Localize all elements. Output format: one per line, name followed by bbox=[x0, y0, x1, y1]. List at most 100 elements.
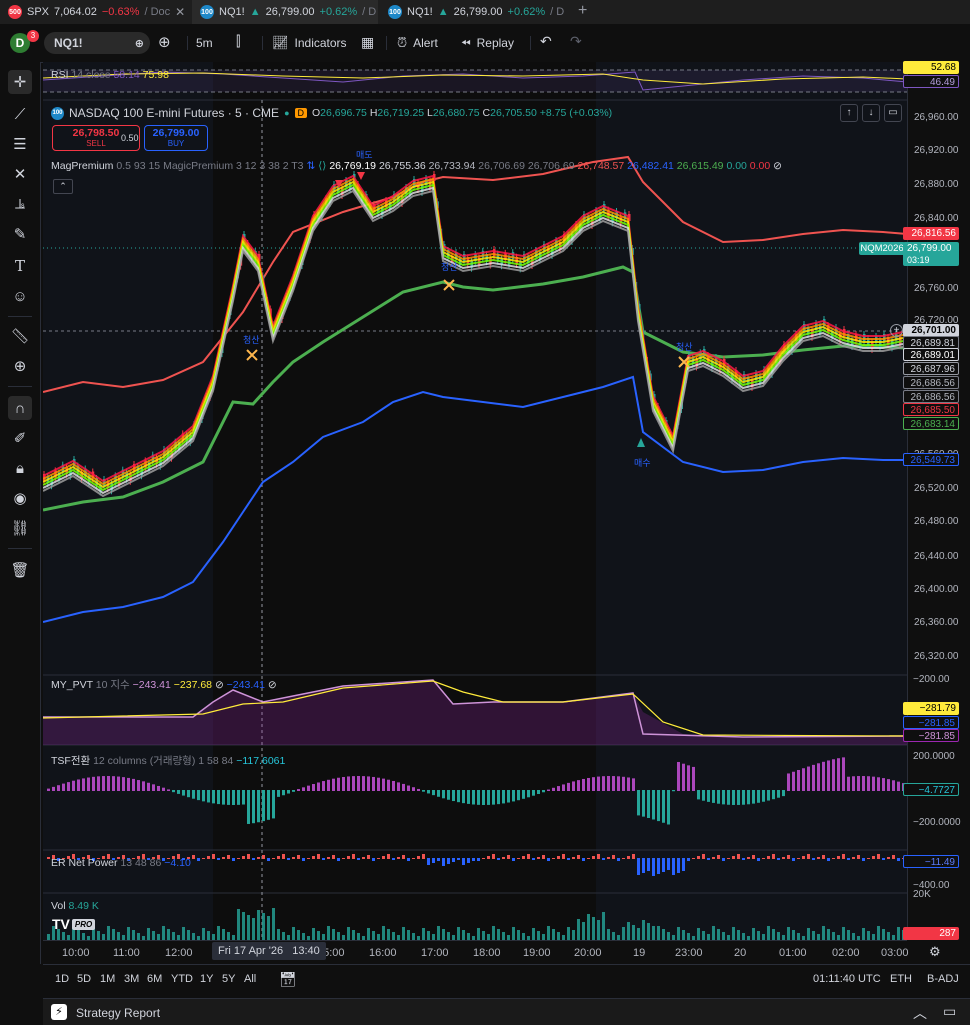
tsf-bar bbox=[602, 776, 605, 791]
compare-icon[interactable]: ⊕ bbox=[135, 37, 144, 50]
er-bar bbox=[557, 856, 560, 859]
crosshair-icon[interactable]: ✛ bbox=[8, 70, 32, 94]
tsf-bar bbox=[747, 790, 750, 805]
adjustment-button[interactable]: B-ADJ bbox=[927, 973, 959, 985]
price-axis-tick: 26,520.00 bbox=[914, 483, 959, 494]
fib-lines-icon[interactable]: ☰ bbox=[8, 132, 32, 156]
er-bar bbox=[847, 858, 850, 860]
utc-clock[interactable]: 01:11:40 UTC bbox=[813, 973, 881, 985]
collapse-legend-chevron-up-icon[interactable]: ⌃ bbox=[53, 179, 73, 194]
ohlc-close: 26,705.50 bbox=[490, 107, 537, 119]
tsf-bar bbox=[442, 790, 445, 799]
buy-button[interactable]: 26,799.00 BUY bbox=[144, 125, 208, 151]
add-symbol-plus-icon[interactable]: ⊕ bbox=[158, 33, 171, 51]
browser-tab-nq-active[interactable]: 100 NQ1! ▲ 26,799.00 +0.62% / D ✕ bbox=[192, 0, 378, 24]
brush-icon[interactable]: ✎ bbox=[8, 222, 32, 246]
trend-line-icon[interactable]: ⟋ bbox=[8, 102, 32, 126]
eye-icon[interactable]: ◉ bbox=[8, 486, 32, 510]
pattern-icon[interactable]: ✕ bbox=[8, 162, 32, 186]
hidden-eye-icon[interactable]: ⊘ bbox=[215, 679, 224, 691]
link-icon[interactable]: ⛓︎ bbox=[8, 516, 32, 540]
strategy-report-panel[interactable]: ⚡︎ Strategy Report ︿ ▭ bbox=[43, 998, 970, 1025]
candlestick-icon[interactable]: ⫿ bbox=[236, 33, 240, 50]
volume-bar bbox=[127, 927, 130, 940]
calendar-goto-icon[interactable]: 📅︎ bbox=[279, 971, 297, 988]
tsf-bar bbox=[717, 790, 720, 804]
arrow-up-icon[interactable]: ↑ bbox=[840, 104, 858, 122]
ruler-icon[interactable]: 📏︎ bbox=[8, 324, 32, 348]
rsi-legend[interactable]: RSI 14 close 58.14 75.98 bbox=[51, 69, 169, 81]
volume-legend[interactable]: Vol 8.49 K bbox=[51, 900, 99, 912]
undo-icon[interactable]: ↶ bbox=[540, 33, 552, 50]
tab-symbol: NQ1! bbox=[407, 6, 433, 18]
close-icon[interactable]: ✕ bbox=[175, 5, 185, 19]
source-code-icon[interactable]: ⟨⟩ bbox=[318, 160, 326, 172]
draw-mode-icon[interactable]: ✐ bbox=[8, 426, 32, 450]
user-avatar[interactable]: D bbox=[10, 24, 30, 62]
browser-tab-nq[interactable]: 100 NQ1! ▲ 26,799.00 +0.62% / D ✕ bbox=[380, 0, 570, 24]
tab-price: 26,799.00 bbox=[453, 6, 503, 18]
browser-tab-spx[interactable]: 500 SPX 7,064.02 −0.63% / Doc ✕ bbox=[0, 0, 190, 24]
close-icon[interactable]: ✕ bbox=[569, 5, 570, 19]
mag-value: 26,748.57 bbox=[577, 160, 625, 172]
hidden-eye-icon[interactable]: ⊘ bbox=[268, 679, 277, 691]
settings-chip-icon[interactable]: ⇅ bbox=[306, 160, 315, 172]
volume-bar bbox=[512, 927, 515, 940]
magnet-icon[interactable]: ∩ bbox=[8, 396, 32, 420]
alert-button[interactable]: ⏰︎ Alert bbox=[397, 24, 438, 62]
zoom-in-icon[interactable]: ⊕ bbox=[8, 354, 32, 378]
er-bar bbox=[807, 854, 810, 859]
trash-icon[interactable]: 🗑︎ bbox=[8, 558, 32, 582]
price-axis[interactable]: 26,960.00 26,920.00 26,880.00 26,840.00 26,7… bbox=[907, 62, 970, 940]
new-tab-plus-icon[interactable]: + bbox=[578, 2, 587, 20]
prediction-icon[interactable]: ⫡ bbox=[8, 192, 32, 216]
er-legend[interactable]: ER Net Power 13 48 86 −4.10 bbox=[51, 857, 191, 869]
redo-icon[interactable]: ↷ bbox=[570, 33, 582, 50]
lock-icon[interactable]: 🔒︎ bbox=[8, 456, 32, 480]
pvt-legend[interactable]: MY_PVT 10 지수 −243.41 −237.68 ⊘ −243.41 ⊘ bbox=[51, 677, 277, 692]
tsf-bar bbox=[527, 790, 530, 798]
range-button-3m[interactable]: 3M bbox=[124, 973, 139, 985]
range-button-1y[interactable]: 1Y bbox=[200, 973, 213, 985]
arrow-down-icon[interactable]: ↓ bbox=[862, 104, 880, 122]
text-tool-icon[interactable]: T bbox=[8, 254, 32, 278]
range-button-5y[interactable]: 5Y bbox=[222, 973, 235, 985]
chart-canvas[interactable] bbox=[43, 62, 907, 940]
magpremium-legend[interactable]: MagPremium 0.5 93 15 MagicPremium 3 12 3… bbox=[51, 160, 782, 172]
range-button-5d[interactable]: 5D bbox=[77, 973, 91, 985]
volume-bar bbox=[877, 926, 880, 940]
layouts-grid-icon[interactable]: ▦ bbox=[361, 34, 374, 51]
er-bar bbox=[717, 855, 720, 859]
symbol-search-input[interactable]: NQ1! ⊕ bbox=[44, 32, 150, 54]
tv-logo-icon: TV bbox=[52, 916, 70, 932]
range-button-all[interactable]: All bbox=[244, 973, 256, 985]
maximize-pane-icon[interactable]: ▭ bbox=[884, 104, 902, 122]
time-axis-tick: 01:00 bbox=[779, 947, 807, 959]
range-button-ytd[interactable]: YTD bbox=[171, 973, 193, 985]
chevron-up-icon[interactable]: ︿ bbox=[913, 1003, 927, 1023]
main-series-legend[interactable]: 100 NASDAQ 100 E-mini Futures · 5 · CME … bbox=[51, 106, 612, 120]
price-axis-tick: 26,960.00 bbox=[914, 112, 959, 123]
session-button[interactable]: ETH bbox=[890, 973, 912, 985]
settings-gear-icon[interactable]: ⚙︎ bbox=[929, 944, 941, 960]
emoji-icon[interactable]: ☺ bbox=[8, 284, 32, 308]
er-bar bbox=[577, 855, 580, 859]
tsf-bar bbox=[812, 764, 815, 791]
indicators-button[interactable]: 📈︎ Indicators bbox=[272, 24, 347, 62]
range-button-1d[interactable]: 1D bbox=[55, 973, 69, 985]
hidden-eye-icon[interactable]: ⊘ bbox=[773, 160, 782, 172]
range-button-6m[interactable]: 6M bbox=[147, 973, 162, 985]
tsf-legend[interactable]: TSF전환 12 columns (거래량형) 1 58 84 −117.606… bbox=[51, 753, 285, 768]
time-axis[interactable]: 10:0011:0012:0013:0015:0016:0017:0018:00… bbox=[43, 940, 909, 965]
range-button-1m[interactable]: 1M bbox=[100, 973, 115, 985]
replay-button[interactable]: ⏪︎ Replay bbox=[461, 24, 514, 62]
tsf-bar bbox=[532, 790, 535, 796]
tsf-bar bbox=[787, 773, 790, 791]
tsf-bar bbox=[707, 790, 710, 802]
mag-value: 26,615.49 bbox=[676, 160, 724, 172]
tsf-bar bbox=[817, 763, 820, 791]
add-plus-icon[interactable]: + bbox=[890, 324, 903, 337]
maximize-icon[interactable]: ▭ bbox=[943, 1003, 956, 1020]
interval-button[interactable]: 5m bbox=[196, 36, 213, 50]
volume-bar bbox=[517, 930, 520, 940]
